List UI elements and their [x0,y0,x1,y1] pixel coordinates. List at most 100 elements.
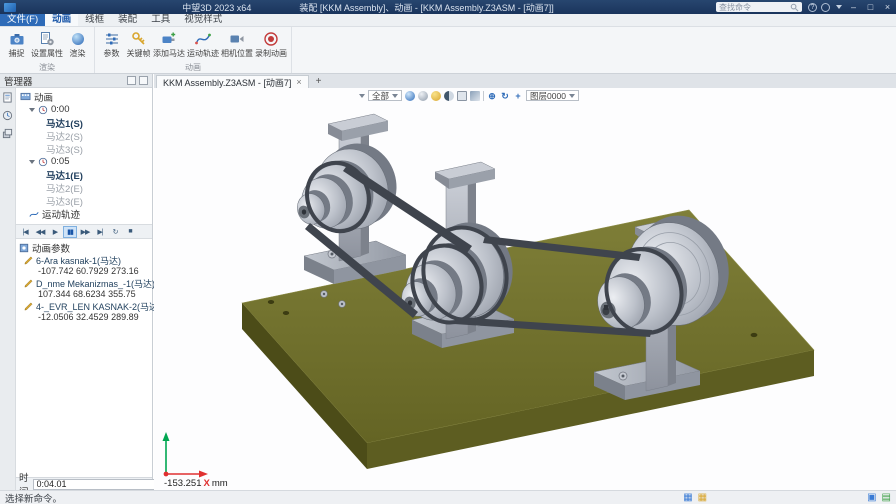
trail-icon [29,209,39,219]
axis-triad [156,428,216,480]
section-view-icon[interactable] [470,91,480,101]
loop-button[interactable]: ↻ [108,226,122,238]
tab-close-icon[interactable]: × [296,77,301,87]
half-render-icon[interactable] [444,91,454,101]
pause-button[interactable]: ▮▮ [63,226,77,238]
assistant-panel-icon[interactable]: ▤ [882,492,891,504]
panel-pin-icon[interactable] [139,76,148,85]
menu-tab-assembly[interactable]: 装配 [111,14,144,26]
new-tab-button[interactable]: + [311,75,327,88]
stop-button[interactable]: ■ [123,226,137,238]
menu-bar: 文件(F) 动画 线框 装配 工具 视觉样式 [0,14,896,27]
capture-button[interactable]: 捕捉 [3,28,30,59]
document-area: KKM Assembly.Z3ASM - [动画7] × + [154,74,896,490]
toolbar-divider [483,91,484,101]
panel-grid-blue-icon[interactable]: ▦ [683,492,692,504]
layer-combo[interactable]: 图层0000 [526,90,579,101]
maximize-button[interactable]: □ [862,0,879,14]
menu-file[interactable]: 文件(F) [0,14,45,26]
coordinate-unit: mm [212,478,228,489]
display-mode-icon[interactable]: ▣ [867,492,876,504]
go-to-start-button[interactable]: |◀ [18,226,32,238]
selection-filter-caret-icon[interactable] [359,94,365,98]
wireframe-display-icon[interactable] [418,91,428,101]
motion-trail-button[interactable]: 运动轨迹 [186,28,220,59]
add-motor-button[interactable]: 添加马达 [152,28,186,59]
title-bar: 中望3D 2023 x64 装配 [KKM Assembly]、动画 - [KK… [0,0,896,14]
time-input[interactable] [33,479,158,490]
tree-motor-3e[interactable]: 马达3(E) [16,194,152,207]
layer-tab-icon[interactable] [2,128,13,139]
param-item-name[interactable]: 6-Ara kasnak-1(马达) [16,254,152,266]
param-item-name[interactable]: D_nme Mekanizmas_-1(马达) [16,277,152,289]
tree-keyframe-000[interactable]: 0:00 [16,103,152,116]
tree-motion-trail[interactable]: 运动轨迹 [16,207,152,220]
tree-keyframe-005[interactable]: 0:05 [16,155,152,168]
face-style-icon[interactable] [431,91,441,101]
tree-motor-1s[interactable]: 马达1(S) [16,116,152,129]
camera-position-icon [228,30,246,47]
ribbon-group-animation: 参数 关键帧 添加马达 运动轨迹 相机位置 录制动画 动画 [95,27,292,73]
user-account-icon[interactable] [819,1,832,14]
tree-root-animation[interactable]: 动画 [16,90,152,103]
panel-grid-yellow-icon[interactable]: ▦ [698,492,707,504]
keyframe-button[interactable]: 关键帧 [125,28,152,59]
param-item-values: -12.0506 32.4529 289.89 [16,312,152,323]
close-button[interactable]: × [879,0,896,14]
ribbon-group-render: 捕捉 设置属性 渲染 渲染 [0,27,95,73]
help-icon[interactable]: ? [806,1,819,14]
left-pulley-cluster[interactable] [293,134,407,239]
viewport-3d[interactable]: 全部 ⊕ ↻ + 图层0000 -15 [154,88,896,490]
step-forward-button[interactable]: ▶▶ [78,226,92,238]
3d-model-scene[interactable] [154,88,896,490]
tree-motor-1e[interactable]: 马达1(E) [16,168,152,181]
rotate-view-icon[interactable]: ↻ [500,91,510,101]
parameters-icon [19,243,29,253]
record-animation-button[interactable]: 录制动画 [254,28,288,59]
go-to-end-button[interactable]: ▶| [93,226,107,238]
menu-tab-animation[interactable]: 动画 [45,14,78,26]
render-button[interactable]: 渲染 [64,28,91,59]
titlebar-dropdown-icon[interactable] [832,1,845,14]
time-row: 时间 [16,477,152,490]
expand-caret-icon[interactable] [29,108,35,112]
tree-motor-3s[interactable]: 马达3(S) [16,142,152,155]
view-toolbar: 全部 ⊕ ↻ + 图层0000 [359,89,579,102]
menu-tab-tools[interactable]: 工具 [144,14,177,26]
parameters-button[interactable]: 参数 [98,28,125,59]
manager-header: 管理器 [0,74,152,88]
assembly-tree-tab-icon[interactable] [2,92,13,103]
base-plate[interactable] [242,210,814,469]
zoom-icon[interactable]: ⊕ [487,91,497,101]
panel-menu-icon[interactable] [127,76,136,85]
expand-caret-icon[interactable] [29,160,35,164]
camera-position-button[interactable]: 相机位置 [220,28,254,59]
properties-icon [38,30,56,47]
set-properties-button[interactable]: 设置属性 [30,28,64,59]
x-axis-arrow [199,471,208,478]
tree-motor-2e[interactable]: 马达2(E) [16,181,152,194]
menu-tab-visual-style[interactable]: 视觉样式 [177,14,229,26]
bounding-box-icon[interactable] [457,91,467,101]
menu-tab-wireframe[interactable]: 线框 [78,14,111,26]
step-back-button[interactable]: ◀◀ [33,226,47,238]
minimize-button[interactable]: – [845,0,862,14]
manager-content: 动画 0:00 马达1(S) 马达2(S) 马达3(S) 0:05 马达1(E)… [16,88,152,490]
capture-icon [8,30,26,47]
manager-title: 管理器 [4,74,33,88]
clock-icon [38,105,48,115]
tree-motor-2s[interactable]: 马达2(S) [16,129,152,142]
document-title: 装配 [KKM Assembly]、动画 - [KKM Assembly.Z3A… [299,1,553,14]
pan-icon[interactable]: + [513,91,523,101]
animation-tree: 动画 0:00 马达1(S) 马达2(S) 马达3(S) 0:05 马达1(E)… [16,88,152,220]
param-item-name[interactable]: 4-_EVR_LEN KASNAK-2(马达) [16,300,152,312]
search-icon[interactable] [790,3,799,12]
shaded-display-icon[interactable] [405,91,415,101]
ribbon-group-label-render: 渲染 [3,62,91,73]
history-tab-icon[interactable] [2,110,13,121]
selection-filter-combo[interactable]: 全部 [368,90,402,101]
document-tab[interactable]: KKM Assembly.Z3ASM - [动画7] × [156,75,309,88]
command-search-box[interactable]: 查找命令 [716,2,802,12]
play-button[interactable]: ▶ [48,226,62,238]
origin-dot [164,472,169,477]
